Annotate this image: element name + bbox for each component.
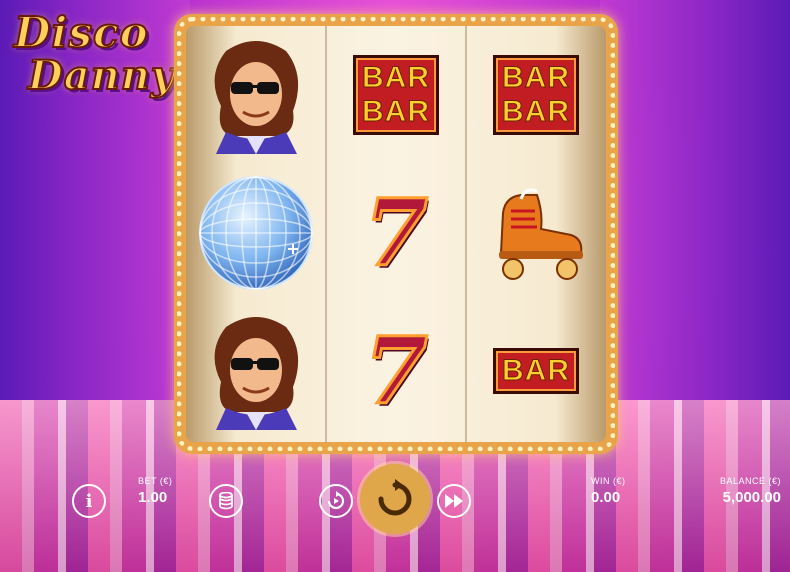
bet-value: 1.00 <box>138 489 168 506</box>
reel-3-symbol-3: BAR <box>466 302 606 440</box>
bar-text: BAR <box>362 95 430 129</box>
roller-skate-icon <box>499 188 583 280</box>
bar-text: BAR <box>362 61 430 95</box>
bar-text: BAR <box>502 95 570 129</box>
coin-stack-icon <box>219 492 233 510</box>
info-button[interactable]: i <box>72 484 106 518</box>
balance-value: 5,000.00 <box>722 489 781 506</box>
reel-1-symbol-1 <box>186 26 326 164</box>
fast-forward-icon <box>445 494 463 508</box>
logo-line-1: Disco <box>13 7 149 58</box>
logo-line-2: Danny <box>27 51 176 100</box>
win-value: 0.00 <box>591 489 621 506</box>
bet-settings-button[interactable] <box>209 484 243 518</box>
bet-label: BET (€) <box>138 476 173 486</box>
spin-icon <box>378 479 412 516</box>
game-logo: Disco Danny <box>6 7 176 108</box>
autoplay-icon <box>327 491 345 510</box>
reel-1-symbol-3 <box>186 302 326 440</box>
reel-3-symbol-1: BAR BAR <box>466 26 606 164</box>
reel-1 <box>186 26 326 442</box>
win-label: WIN (€) <box>591 476 626 486</box>
danny-character-icon <box>214 317 299 430</box>
info-icon: i <box>85 490 93 512</box>
reel-2-symbol-1: BAR BAR <box>326 26 466 164</box>
double-bar-symbol: BAR BAR <box>353 55 439 135</box>
reel-2-symbol-3: 7 <box>326 302 466 440</box>
disco-ball-icon <box>199 176 313 290</box>
single-bar-symbol: BAR <box>493 348 579 394</box>
balance-label: BALANCE (€) <box>719 476 781 486</box>
reel-1-symbol-2 <box>186 164 326 302</box>
double-bar-symbol: BAR BAR <box>493 55 579 135</box>
seven-symbol: 7 <box>362 317 429 425</box>
spin-button[interactable] <box>360 464 430 534</box>
danny-character-icon <box>214 41 299 154</box>
fast-play-button[interactable] <box>437 484 471 518</box>
reel-window: BAR BAR 7 7 BAR BAR BAR <box>186 26 606 442</box>
bar-text: BAR <box>502 61 570 95</box>
reel-3: BAR BAR BAR <box>466 26 606 442</box>
seven-symbol: 7 <box>362 179 429 287</box>
reel-2: BAR BAR 7 7 <box>326 26 466 442</box>
autoplay-button[interactable] <box>319 484 353 518</box>
reel-3-symbol-2 <box>466 164 606 302</box>
reel-2-symbol-2: 7 <box>326 164 466 302</box>
bar-text: BAR <box>502 354 570 388</box>
